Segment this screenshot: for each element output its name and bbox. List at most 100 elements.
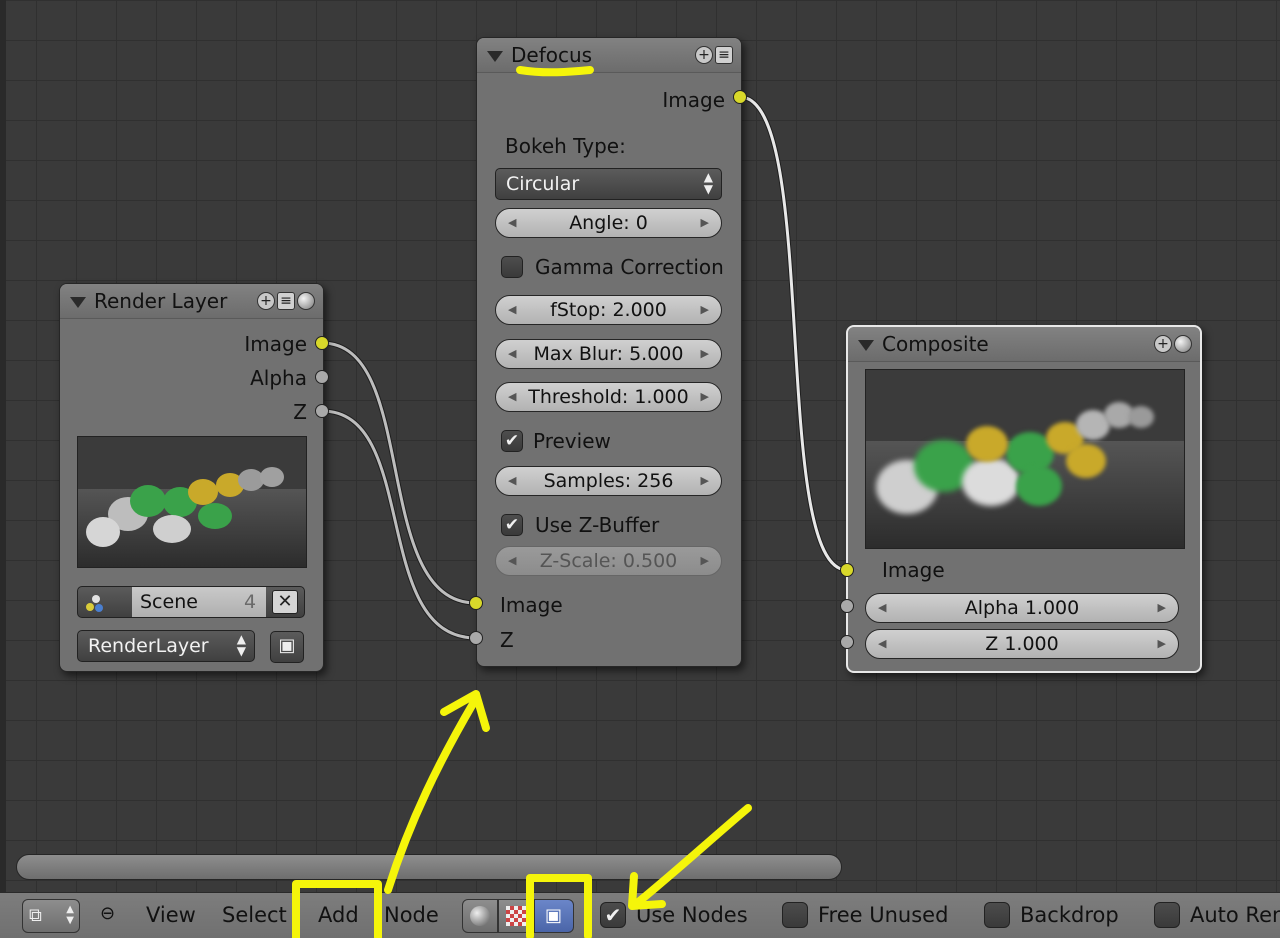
render-camera-icon[interactable]: ▣ <box>270 631 304 663</box>
angle-value: Angle: 0 <box>569 212 648 234</box>
options-icon[interactable]: ≡ <box>277 292 295 310</box>
increment-arrow-icon[interactable]: ▶ <box>701 296 709 324</box>
node-editor-icon: ⧉ <box>29 905 42 926</box>
input-image-label: Image <box>882 558 945 582</box>
decrement-arrow-icon[interactable]: ◀ <box>878 630 886 658</box>
increment-arrow-icon[interactable]: ▶ <box>701 467 709 495</box>
render-layer-image-socket[interactable] <box>315 336 329 350</box>
composite-image-input-socket[interactable] <box>840 563 854 577</box>
plus-icon[interactable]: + <box>1154 335 1172 353</box>
plus-icon[interactable]: + <box>695 46 713 64</box>
scene-name-field[interactable]: Scene <box>132 587 234 617</box>
render-layer-dropdown[interactable]: RenderLayer ▲ ▼ <box>77 630 255 662</box>
max-blur-value: Max Blur: 5.000 <box>533 343 684 365</box>
scene-selector[interactable]: Scene 4 ✕ <box>77 586 305 618</box>
editor-type-selector[interactable]: ⧉ ▲ ▼ <box>22 899 80 933</box>
z-field[interactable]: ◀ Z 1.000 ▶ <box>865 629 1179 659</box>
composite-node[interactable]: Composite + Image ◀ Alpha 1.000 ▶ ◀ Z 1.… <box>846 325 1202 673</box>
shader-nodes-button[interactable] <box>462 899 498 933</box>
decrement-arrow-icon[interactable]: ◀ <box>508 209 516 237</box>
node-menu[interactable]: Node <box>384 903 439 927</box>
samples-field[interactable]: ◀ Samples: 256 ▶ <box>495 466 722 496</box>
output-image-label: Image <box>244 332 307 356</box>
options-icon[interactable]: ≡ <box>715 46 733 64</box>
select-menu[interactable]: Select <box>222 903 287 927</box>
gamma-correction-checkbox[interactable] <box>501 256 523 278</box>
defocus-node[interactable]: Defocus + ≡ Image Bokeh Type: Circular ▲… <box>476 37 742 667</box>
collapse-arrow-icon[interactable] <box>70 297 86 308</box>
output-image-label: Image <box>662 88 725 112</box>
composite-z-input-socket[interactable] <box>840 635 854 649</box>
backdrop-checkbox[interactable] <box>984 902 1010 928</box>
increment-arrow-icon[interactable]: ▶ <box>1158 630 1166 658</box>
scene-users-count: 4 <box>234 587 266 617</box>
collapse-arrow-icon[interactable] <box>858 340 874 351</box>
defocus-image-input-socket[interactable] <box>469 596 483 610</box>
node-editor-canvas[interactable]: Render Layer + ≡ Image Alpha Z Scene 4 ✕… <box>0 0 1280 892</box>
zscale-value: Z-Scale: 0.500 <box>539 550 678 572</box>
horizontal-scrollbar[interactable] <box>16 854 842 880</box>
auto-render-label: Auto Ren <box>1190 903 1280 927</box>
compositing-icon: ▣ <box>545 905 563 926</box>
threshold-value: Threshold: 1.000 <box>528 386 689 408</box>
preview-sphere-icon[interactable] <box>1174 335 1192 353</box>
max-blur-field[interactable]: ◀ Max Blur: 5.000 ▶ <box>495 339 722 369</box>
fstop-value: fStop: 2.000 <box>550 299 667 321</box>
collapse-menus-icon[interactable]: ⊖ <box>100 903 115 924</box>
render-layer-node[interactable]: Render Layer + ≡ Image Alpha Z Scene 4 ✕… <box>59 283 324 672</box>
gamma-correction-label: Gamma Correction <box>535 255 724 279</box>
increment-arrow-icon[interactable]: ▶ <box>701 209 709 237</box>
free-unused-checkbox[interactable] <box>782 902 808 928</box>
input-image-label: Image <box>500 593 563 617</box>
increment-arrow-icon[interactable]: ▶ <box>1158 594 1166 622</box>
preview-checkbox[interactable]: ✔ <box>501 430 523 452</box>
use-nodes-checkbox[interactable]: ✔ <box>600 902 626 928</box>
node-title: Render Layer <box>94 289 228 313</box>
decrement-arrow-icon[interactable]: ◀ <box>508 467 516 495</box>
texture-nodes-button[interactable] <box>498 899 534 933</box>
output-z-label: Z <box>293 400 307 424</box>
dropdown-arrows-icon: ▲ ▼ <box>236 632 246 658</box>
alpha-value: Alpha 1.000 <box>964 597 1080 619</box>
dropdown-arrows-icon: ▲ ▼ <box>703 170 713 196</box>
decrement-arrow-icon[interactable]: ◀ <box>508 383 516 411</box>
defocus-image-output-socket[interactable] <box>733 90 747 104</box>
compositing-nodes-button[interactable]: ▣ <box>534 899 574 933</box>
add-menu[interactable]: Add <box>318 903 359 927</box>
render-layer-header[interactable]: Render Layer + ≡ <box>60 284 323 319</box>
node-title: Composite <box>882 332 989 356</box>
preview-sphere-icon[interactable] <box>297 292 315 310</box>
composite-preview-image <box>865 369 1185 549</box>
increment-arrow-icon[interactable]: ▶ <box>701 340 709 368</box>
use-zbuffer-checkbox[interactable]: ✔ <box>501 514 523 536</box>
auto-render-checkbox[interactable] <box>1154 902 1180 928</box>
view-menu[interactable]: View <box>146 903 196 927</box>
unlink-scene-icon[interactable]: ✕ <box>272 590 298 614</box>
output-alpha-label: Alpha <box>250 366 307 390</box>
alpha-field[interactable]: ◀ Alpha 1.000 ▶ <box>865 593 1179 623</box>
dropdown-arrows-icon: ▲ ▼ <box>66 904 74 926</box>
render-layer-alpha-socket[interactable] <box>315 370 329 384</box>
composite-alpha-input-socket[interactable] <box>840 599 854 613</box>
use-zbuffer-label: Use Z-Buffer <box>535 513 660 537</box>
defocus-z-input-socket[interactable] <box>469 631 483 645</box>
shader-sphere-icon <box>470 906 490 926</box>
render-preview-image <box>77 436 307 568</box>
angle-field[interactable]: ◀ Angle: 0 ▶ <box>495 208 722 238</box>
z-value: Z 1.000 <box>985 633 1059 655</box>
backdrop-label: Backdrop <box>1020 903 1119 927</box>
composite-header[interactable]: Composite + <box>848 327 1200 362</box>
decrement-arrow-icon[interactable]: ◀ <box>508 340 516 368</box>
plus-icon[interactable]: + <box>257 292 275 310</box>
preview-label: Preview <box>533 429 611 453</box>
defocus-header[interactable]: Defocus + ≡ <box>477 38 741 73</box>
increment-arrow-icon[interactable]: ▶ <box>701 383 709 411</box>
decrement-arrow-icon[interactable]: ◀ <box>508 296 516 324</box>
bokeh-type-dropdown[interactable]: Circular ▲ ▼ <box>495 168 722 200</box>
threshold-field[interactable]: ◀ Threshold: 1.000 ▶ <box>495 382 722 412</box>
fstop-field[interactable]: ◀ fStop: 2.000 ▶ <box>495 295 722 325</box>
collapse-arrow-icon[interactable] <box>487 51 503 62</box>
decrement-arrow-icon[interactable]: ◀ <box>878 594 886 622</box>
node-title: Defocus <box>511 43 593 67</box>
render-layer-z-socket[interactable] <box>315 404 329 418</box>
